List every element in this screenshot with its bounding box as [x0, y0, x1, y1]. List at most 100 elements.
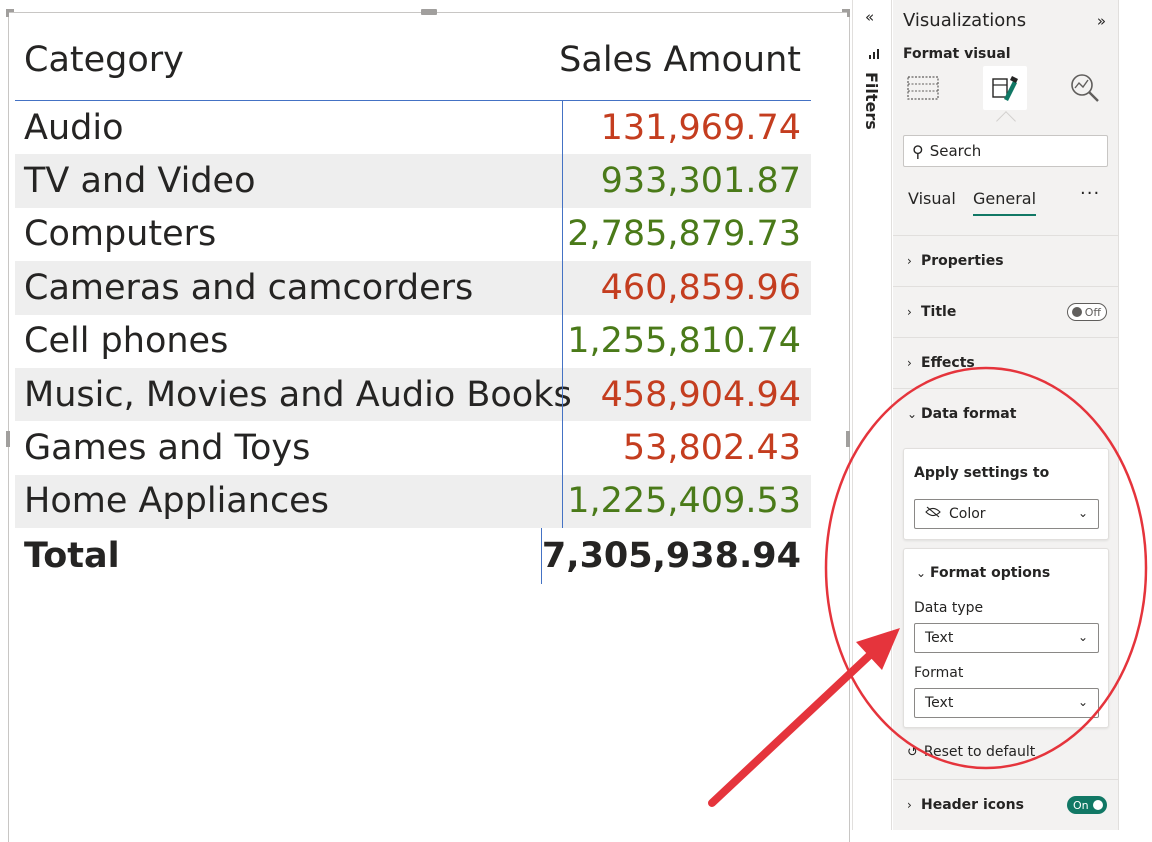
section-effects[interactable]: › Effects [893, 337, 1119, 388]
table-build-icon[interactable] [901, 66, 945, 110]
hidden-eye-icon [925, 506, 941, 522]
toggle-knob [1093, 800, 1103, 810]
chevron-down-icon: ⌄ [1077, 506, 1088, 520]
resize-handle-top-left-v[interactable] [6, 9, 9, 17]
table-row: Computers 2,785,879.73 [15, 207, 811, 262]
cell-sales-amount: 1,255,810.74 [562, 314, 811, 368]
search-input[interactable]: ⚲ Search [903, 135, 1108, 167]
apply-settings-dropdown[interactable]: Color ⌄ [914, 499, 1099, 529]
resize-handle-top-right-v[interactable] [847, 9, 850, 17]
section-data-format-label: Data format [921, 406, 1017, 422]
total-label: Total [24, 536, 120, 577]
cell-category: TV and Video [24, 161, 256, 202]
cell-category: Cell phones [24, 321, 229, 362]
header-icons-toggle[interactable]: On [1067, 796, 1107, 814]
resize-handle-left[interactable] [6, 431, 10, 447]
section-properties[interactable]: › Properties [893, 235, 1119, 286]
format-label: Format [914, 665, 964, 681]
title-toggle[interactable]: Off [1067, 303, 1107, 321]
search-icon: ⚲ [912, 141, 924, 161]
tab-general[interactable]: General [973, 189, 1037, 216]
chevron-down-icon: ⌄ [907, 407, 918, 421]
section-data-format[interactable]: ⌄ Data format [893, 388, 1119, 439]
data-type-dropdown[interactable]: Text ⌄ [914, 623, 1099, 653]
apply-settings-label: Apply settings to [914, 465, 1050, 481]
chevron-right-icon: › [907, 356, 912, 370]
cell-sales-amount: 53,802.43 [562, 421, 811, 475]
table-header: Category Sales Amount [15, 20, 811, 101]
double-chevron-right-icon[interactable]: » [1097, 12, 1106, 30]
cell-sales-amount: 933,301.87 [562, 154, 811, 208]
format-tabs: Visual General ··· [893, 183, 1119, 216]
reset-icon: ↺ [907, 745, 918, 760]
apply-settings-card: Apply settings to Color ⌄ [903, 448, 1109, 540]
reset-label: Reset to default [923, 744, 1036, 760]
header-icons-toggle-label: On [1073, 798, 1089, 812]
section-title[interactable]: › Title Off [893, 286, 1119, 337]
section-title-label: Title [921, 304, 957, 320]
chevron-down-icon: ⌄ [916, 566, 927, 580]
header-category[interactable]: Category [15, 40, 559, 80]
table-row: TV and Video 933,301.87 [15, 154, 811, 208]
cell-sales-amount: 458,904.94 [562, 367, 811, 422]
cell-category: Music, Movies and Audio Books [24, 374, 572, 415]
section-effects-label: Effects [921, 355, 975, 371]
format-paintbrush-icon[interactable] [983, 66, 1027, 110]
table-row: Home Appliances 1,225,409.53 [15, 474, 811, 529]
resize-handle-right[interactable] [846, 431, 850, 447]
total-value: 7,305,938.94 [540, 528, 811, 585]
chevron-right-icon: › [907, 254, 912, 268]
cell-category: Cameras and camcorders [24, 267, 474, 308]
format-value: Text [925, 695, 954, 711]
cell-category: Audio [24, 107, 124, 148]
toggle-knob [1072, 307, 1082, 317]
report-canvas: Category Sales Amount Audio 131,969.74 TV … [0, 0, 852, 842]
format-options-card: ⌄ Format options Data type Text ⌄ Format … [903, 548, 1109, 728]
data-type-value: Text [925, 630, 954, 646]
filters-pane-collapsed: « Filters [852, 0, 892, 830]
apply-settings-value: Color [949, 506, 986, 522]
filters-label[interactable]: Filters [862, 72, 881, 130]
table-row: Audio 131,969.74 [15, 101, 811, 155]
format-dropdown[interactable]: Text ⌄ [914, 688, 1099, 718]
tab-visual[interactable]: Visual [908, 189, 956, 208]
reset-to-default-link[interactable]: ↺ Reset to default [907, 744, 1035, 760]
search-placeholder: Search [929, 142, 982, 160]
section-properties-label: Properties [921, 253, 1004, 269]
cell-sales-amount: 460,859.96 [562, 261, 811, 315]
chevron-down-icon: ⌄ [1077, 630, 1088, 644]
format-options-label: Format options [930, 565, 1051, 581]
resize-handle-top[interactable] [421, 9, 437, 15]
data-type-label: Data type [914, 600, 984, 616]
pane-title: Visualizations [903, 10, 1027, 31]
sales-table: Category Sales Amount Audio 131,969.74 TV … [15, 20, 811, 585]
table-row: Cell phones 1,255,810.74 [15, 314, 811, 368]
cell-category: Computers [24, 214, 217, 255]
section-header-icons-label: Header icons [921, 797, 1024, 813]
filter-bars-icon [869, 47, 881, 59]
chevron-right-icon: › [907, 798, 912, 812]
double-chevron-left-icon[interactable]: « [865, 8, 874, 26]
format-options-header[interactable]: ⌄ Format options [916, 565, 1050, 581]
cell-category: Games and Toys [24, 428, 311, 469]
table-row: Music, Movies and Audio Books 458,904.94 [15, 367, 811, 422]
table-total-row: Total 7,305,938.94 [15, 528, 811, 585]
analytics-magnifier-icon[interactable] [1063, 66, 1107, 110]
active-mode-caret [996, 111, 1016, 131]
table-body: Audio 131,969.74 TV and Video 933,301.87 Com… [15, 101, 811, 529]
more-options-icon[interactable]: ··· [1080, 183, 1100, 204]
header-sales-amount[interactable]: Sales Amount [559, 20, 811, 100]
table-row: Cameras and camcorders 460,859.96 [15, 261, 811, 315]
title-toggle-label: Off [1084, 305, 1101, 319]
pane-mode-icons [893, 66, 1119, 131]
cell-sales-amount: 1,225,409.53 [562, 474, 811, 529]
cell-category: Home Appliances [24, 481, 329, 522]
chevron-down-icon: ⌄ [1077, 695, 1088, 709]
format-visual-label: Format visual [903, 46, 1011, 62]
cell-sales-amount: 2,785,879.73 [562, 207, 811, 262]
section-header-icons[interactable]: › Header icons On [893, 779, 1119, 830]
table-row: Games and Toys 53,802.43 [15, 421, 811, 475]
visualizations-pane: Visualizations » Format visual ⚲ Search … [893, 0, 1119, 830]
cell-sales-amount: 131,969.74 [562, 101, 811, 155]
chevron-right-icon: › [907, 305, 912, 319]
